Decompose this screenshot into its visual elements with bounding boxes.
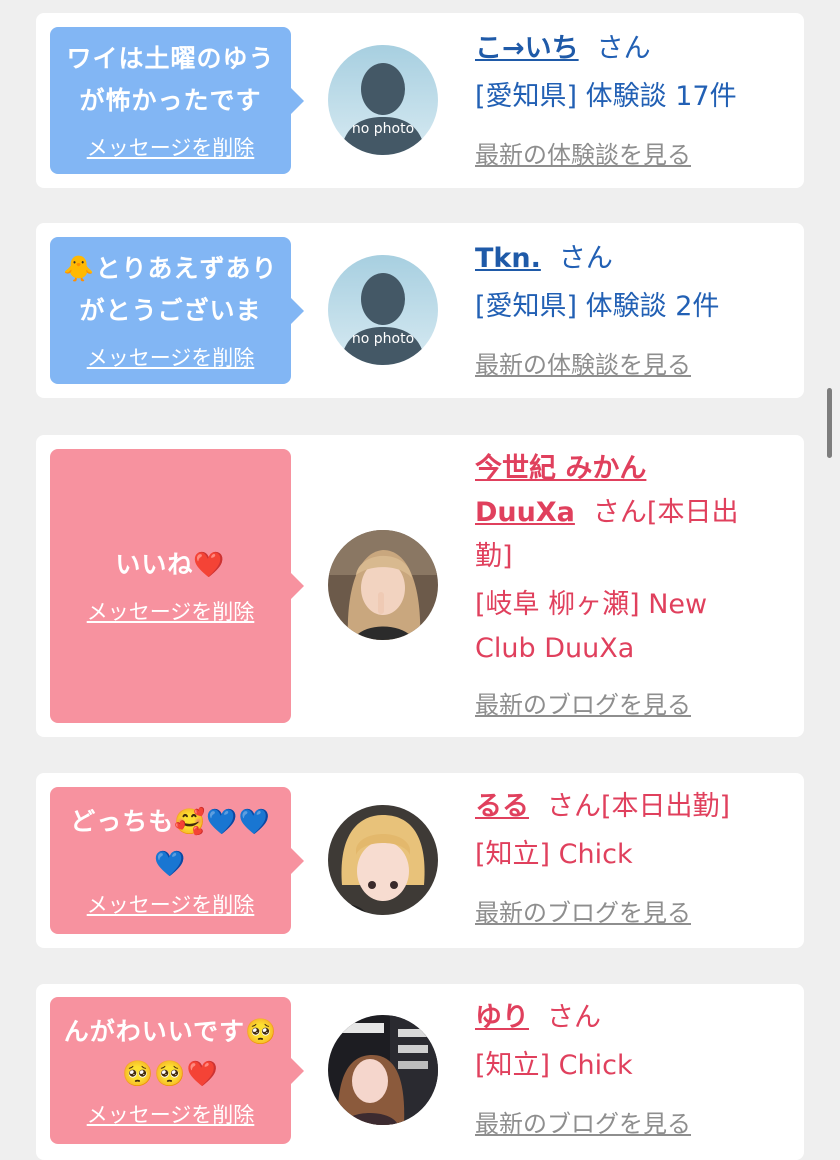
user-detail: [愛知県] 体験談 2件	[475, 291, 720, 322]
honorific: さん	[596, 33, 651, 64]
message-text: どっちも🥰💙💙 💙	[70, 806, 271, 878]
shop-detail: [知立] Chick	[475, 1050, 633, 1081]
message-text: いいね❤️	[115, 550, 226, 579]
user-info: Tkn. さん [愛知県] 体験談 2件 最新の体験談を見る	[475, 237, 775, 387]
delete-message-link[interactable]: メッセージを削除	[87, 596, 255, 626]
message-bubble: 🐥とりあえずあり がとうございま メッセージを削除	[50, 237, 304, 384]
honorific: さん[本日出勤]	[547, 791, 731, 822]
message-card: いいね❤️ メッセージを削除 今世紀 みかん DuuXa さん[本日出 勤] [岐…	[36, 435, 804, 737]
delete-message-link[interactable]: メッセージを削除	[87, 342, 255, 372]
message-bubble: いいね❤️ メッセージを削除	[50, 449, 304, 723]
scrollbar[interactable]	[827, 388, 832, 458]
message-bubble: んがわいいです🥺 🥺🥺❤️ メッセージを削除	[50, 997, 304, 1144]
honorific: さん[本日出	[592, 497, 739, 528]
message-card: ワイは土曜のゆう が怖かったです メッセージを削除 no photo こ→いち …	[36, 13, 804, 188]
shop-detail: Club DuuXa	[475, 633, 635, 664]
avatar-photo[interactable]	[328, 1015, 438, 1125]
cast-name-link[interactable]: DuuXa	[475, 497, 575, 528]
avatar-no-photo-icon[interactable]: no photo	[328, 45, 438, 155]
message-bubble: どっちも🥰💙💙 💙 メッセージを削除	[50, 787, 304, 934]
svg-text:no photo: no photo	[352, 331, 414, 347]
cast-name-link[interactable]: ゆり	[475, 1002, 529, 1033]
message-text: 🐥とりあえずあり がとうございま	[63, 253, 278, 325]
message-text: んがわいいです🥺 🥺🥺❤️	[63, 1016, 278, 1088]
shop-detail: [岐阜 柳ヶ瀬] New	[475, 589, 708, 620]
svg-text:no photo: no photo	[352, 121, 414, 137]
latest-review-link[interactable]: 最新の体験談を見る	[475, 351, 691, 379]
message-text: ワイは土曜のゆう が怖かったです	[66, 43, 275, 115]
avatar-photo[interactable]	[328, 805, 438, 915]
user-detail: [愛知県] 体験談 17件	[475, 81, 737, 112]
delete-message-link[interactable]: メッセージを削除	[87, 132, 255, 162]
message-list: ワイは土曜のゆう が怖かったです メッセージを削除 no photo こ→いち …	[0, 0, 840, 1160]
cast-name-link[interactable]: 今世紀 みかん	[475, 453, 646, 484]
avatar-photo[interactable]	[328, 530, 438, 640]
honorific: さん	[558, 243, 613, 274]
message-card: 🐥とりあえずあり がとうございま メッセージを削除 no photo Tkn. …	[36, 223, 804, 398]
message-card: どっちも🥰💙💙 💙 メッセージを削除 るる さん[本日出勤] [知立] Chick…	[36, 773, 804, 948]
shop-detail: [知立] Chick	[475, 839, 633, 870]
latest-review-link[interactable]: 最新の体験談を見る	[475, 141, 691, 169]
honorific: さん	[547, 1002, 601, 1033]
latest-blog-link[interactable]: 最新のブログを見る	[475, 691, 691, 719]
cast-info: るる さん[本日出勤] [知立] Chick 最新のブログを見る	[475, 785, 775, 935]
delete-message-link[interactable]: メッセージを削除	[87, 1099, 255, 1129]
cast-name-link[interactable]: るる	[475, 791, 529, 822]
user-name-link[interactable]: こ→いち	[475, 33, 579, 64]
latest-blog-link[interactable]: 最新のブログを見る	[475, 1110, 691, 1138]
user-info: こ→いち さん [愛知県] 体験談 17件 最新の体験談を見る	[475, 27, 775, 177]
message-card: んがわいいです🥺 🥺🥺❤️ メッセージを削除 ゆり さん [知立] Chick 最…	[36, 984, 804, 1160]
honorific-continued: 勤]	[475, 541, 513, 572]
cast-info: 今世紀 みかん DuuXa さん[本日出 勤] [岐阜 柳ヶ瀬] New Club…	[475, 447, 775, 727]
message-bubble: ワイは土曜のゆう が怖かったです メッセージを削除	[50, 27, 304, 174]
cast-info: ゆり さん [知立] Chick 最新のブログを見る	[475, 996, 775, 1146]
latest-blog-link[interactable]: 最新のブログを見る	[475, 899, 691, 927]
delete-message-link[interactable]: メッセージを削除	[87, 889, 255, 919]
user-name-link[interactable]: Tkn.	[475, 243, 541, 274]
avatar-no-photo-icon[interactable]: no photo	[328, 255, 438, 365]
